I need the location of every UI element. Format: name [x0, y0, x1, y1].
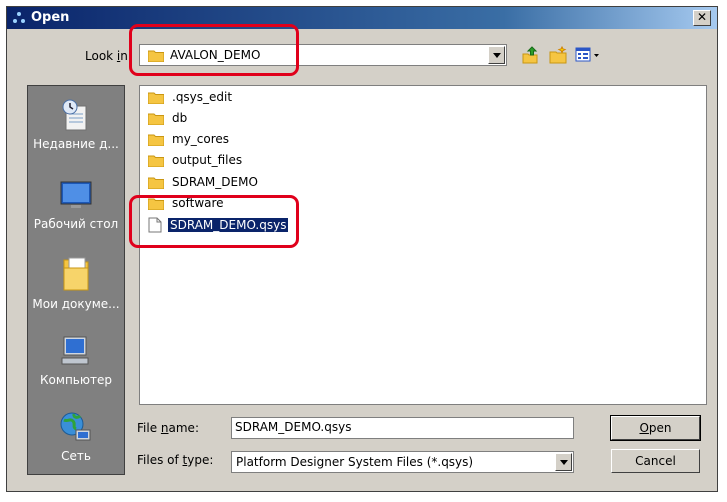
- new-folder-icon[interactable]: [549, 46, 567, 64]
- list-item[interactable]: SDRAM_DEMO: [148, 173, 260, 191]
- app-icon: [13, 12, 25, 23]
- file-name: my_cores: [172, 132, 230, 146]
- folder-icon: [148, 134, 164, 146]
- view-menu-icon[interactable]: [575, 47, 601, 63]
- folder-icon: [148, 155, 164, 167]
- place-desktop[interactable]: Рабочий стол: [28, 178, 124, 231]
- file-type-value: Platform Designer System Files (*.qsys): [236, 455, 474, 469]
- list-item[interactable]: .qsys_edit: [148, 88, 234, 106]
- close-button[interactable]: ✕: [693, 10, 711, 26]
- place-network[interactable]: Сеть: [28, 410, 124, 463]
- place-label: Сеть: [61, 449, 91, 463]
- file-name: output_files: [172, 153, 243, 167]
- file-type-combo[interactable]: Platform Designer System Files (*.qsys): [231, 451, 574, 473]
- file-name-input[interactable]: SDRAM_DEMO.qsys: [231, 417, 574, 439]
- place-label: Компьютер: [40, 373, 112, 387]
- open-dialog: Open ✕ Look in: AVALON_DEMO Недавние д..…: [6, 6, 718, 492]
- computer-icon: [61, 336, 89, 365]
- list-item[interactable]: output_files: [148, 151, 244, 169]
- places-bar: Недавние д... Рабочий стол Мои докуме...: [27, 85, 125, 475]
- folder-icon: [148, 113, 164, 125]
- file-type-dropdown-button[interactable]: [555, 453, 572, 471]
- annotation-highlight-selected-file: [129, 195, 299, 248]
- file-name-label: File name:: [137, 421, 199, 435]
- place-my-documents[interactable]: Мои докуме...: [28, 254, 124, 311]
- look-in-dropdown-button[interactable]: [488, 46, 505, 64]
- cancel-button[interactable]: Cancel: [611, 449, 700, 473]
- place-label: Рабочий стол: [33, 217, 119, 231]
- up-folder-icon[interactable]: [521, 46, 539, 64]
- place-recent[interactable]: Недавние д...: [28, 98, 124, 151]
- annotation-highlight-look-in: [129, 24, 299, 76]
- file-name: .qsys_edit: [172, 90, 233, 104]
- desktop-icon: [60, 181, 92, 208]
- file-type-label: Files of type:: [137, 453, 214, 467]
- title-bar[interactable]: Open ✕: [7, 7, 717, 29]
- window-title: Open: [31, 10, 70, 25]
- network-icon: [60, 412, 91, 441]
- place-computer[interactable]: Компьютер: [28, 334, 124, 387]
- place-label: Недавние д...: [33, 137, 119, 151]
- list-item[interactable]: db: [148, 109, 189, 127]
- file-name: db: [172, 111, 188, 125]
- list-item[interactable]: my_cores: [148, 130, 231, 148]
- open-button[interactable]: Open: [610, 415, 701, 441]
- file-name: SDRAM_DEMO: [172, 175, 258, 189]
- folder-icon: [148, 92, 164, 104]
- place-label: Мои докуме...: [32, 297, 120, 311]
- look-in-label: Look in:: [85, 49, 132, 63]
- recent-documents-icon: [62, 99, 87, 131]
- my-documents-icon: [63, 257, 89, 291]
- folder-icon: [148, 177, 164, 189]
